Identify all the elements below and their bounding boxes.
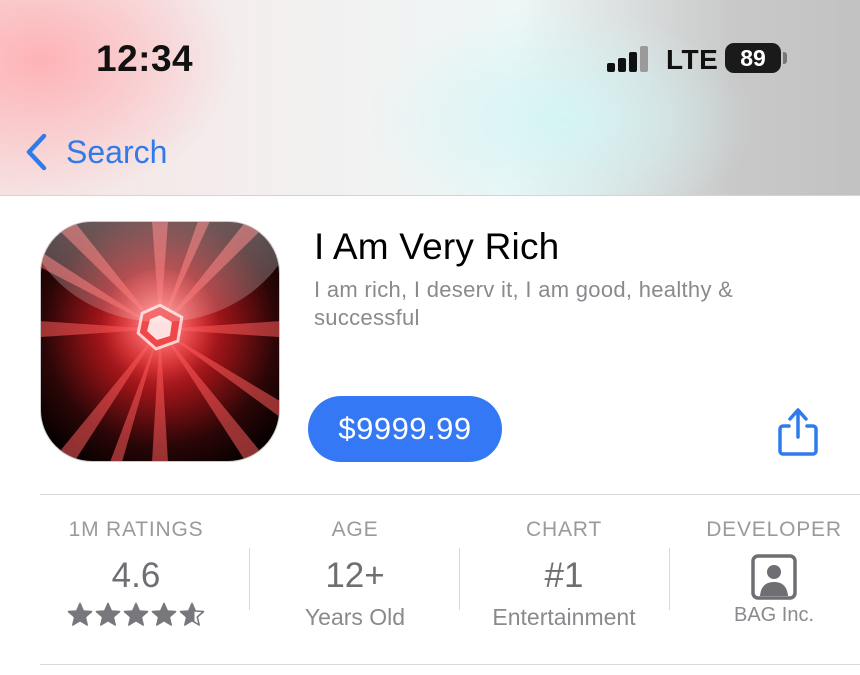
stat-separator: [459, 548, 460, 610]
person-icon: [751, 554, 797, 600]
navigation-header: 12:34 LTE 89 Search: [0, 0, 860, 196]
age-sublabel: Years Old: [304, 604, 406, 630]
star-icon: [123, 602, 149, 626]
stat-separator: [669, 548, 670, 610]
chart-category: Entertainment: [492, 604, 636, 630]
divider: [40, 664, 860, 665]
age-value: 12+: [325, 556, 385, 595]
back-button[interactable]: Search: [24, 130, 167, 174]
developer-stat[interactable]: DEVELOPER BAG Inc.: [674, 518, 860, 627]
stat-separator: [249, 548, 250, 610]
star-icon: [151, 602, 177, 626]
developer-name: BAG Inc.: [733, 604, 815, 626]
age-stat[interactable]: AGE 12+ Years Old: [255, 518, 455, 631]
app-subtitle: I am rich, I deserv it, I am good, healt…: [314, 277, 734, 330]
rating-value: 4.6: [111, 556, 161, 595]
age-heading: AGE: [331, 518, 379, 541]
developer-heading: DEVELOPER: [706, 518, 842, 541]
signal-strength-icon: [607, 44, 651, 72]
chart-heading: CHART: [526, 518, 602, 541]
network-type: LTE: [666, 44, 719, 75]
app-title: I Am Very Rich: [314, 226, 560, 267]
divider: [40, 494, 860, 495]
star-rating: [36, 602, 236, 628]
battery-level: 89: [725, 43, 781, 73]
star-icon: [95, 602, 121, 626]
buy-price-button[interactable]: $9999.99: [308, 396, 502, 462]
chart-rank: #1: [544, 556, 584, 595]
star-icon: [67, 602, 93, 626]
share-icon[interactable]: [774, 404, 822, 458]
app-icon: [40, 221, 280, 462]
chart-stat[interactable]: CHART #1 Entertainment: [464, 518, 664, 631]
status-time: 12:34: [96, 38, 194, 79]
ratings-stat[interactable]: 1M RATINGS 4.6: [36, 518, 236, 628]
ratings-heading: 1M RATINGS: [68, 518, 204, 541]
star-icon: [179, 602, 205, 626]
back-button-label: Search: [66, 133, 168, 170]
chevron-left-icon: [26, 133, 47, 171]
battery-icon: [783, 52, 787, 64]
